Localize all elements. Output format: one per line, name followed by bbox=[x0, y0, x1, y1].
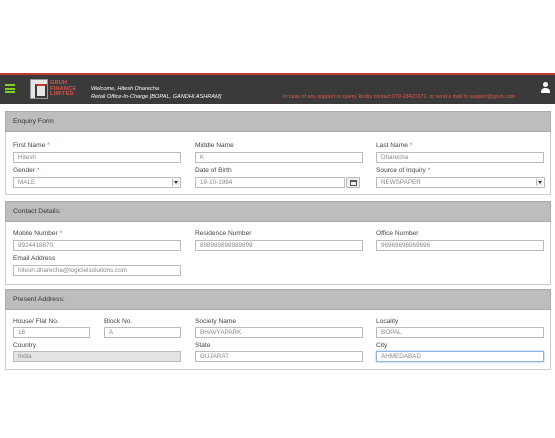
office-text: Retail Office-In-Charge [BOPAL, GANDHI A… bbox=[91, 94, 222, 100]
present-address-header: Present Address: bbox=[5, 289, 551, 310]
society-name-label: Society Name bbox=[195, 318, 237, 325]
middle-name-label: Middle Name bbox=[195, 142, 234, 149]
block-no-field[interactable]: A bbox=[104, 327, 181, 338]
first-name-label: First Name * bbox=[13, 142, 50, 149]
state-field[interactable]: GUJARAT bbox=[195, 351, 363, 362]
chevron-down-icon bbox=[172, 179, 179, 186]
house-flat-no-field[interactable]: 16 bbox=[13, 327, 90, 338]
logo-text: GRUH FINANCE LIMITED bbox=[50, 80, 76, 98]
city-field[interactable]: AHMEDABAD bbox=[376, 351, 544, 362]
logo-mark-icon bbox=[30, 79, 48, 99]
dob-label: Date of Birth bbox=[195, 167, 232, 174]
gender-label: Gender * bbox=[13, 167, 40, 174]
user-icon[interactable] bbox=[540, 82, 551, 94]
logo-line-3: LIMITED bbox=[50, 91, 74, 98]
first-name-field[interactable]: Hitesh bbox=[13, 152, 181, 163]
email-address-field[interactable]: hitesh.dharecha@logicielsolutions.com bbox=[13, 265, 181, 276]
office-number-label: Office Number bbox=[376, 230, 419, 237]
welcome-text: Welcome, Hitesh Dharecha bbox=[91, 86, 159, 92]
chevron-down-icon bbox=[536, 179, 543, 186]
country-field: India bbox=[13, 351, 181, 362]
dob-field[interactable]: 19-10-1984 bbox=[195, 177, 345, 188]
state-label: State bbox=[195, 342, 211, 349]
calendar-icon[interactable] bbox=[346, 177, 360, 188]
source-of-inquiry-select[interactable]: NEWSPAPER bbox=[376, 177, 545, 188]
middle-name-field[interactable]: K bbox=[195, 152, 363, 163]
locality-label: Locality bbox=[376, 318, 399, 325]
office-number-field[interactable]: 96969696969696 bbox=[376, 240, 544, 251]
country-label: Country bbox=[13, 342, 37, 349]
top-header-bar: GRUH FINANCE LIMITED Welcome, Hitesh Dha… bbox=[0, 73, 555, 104]
hamburger-menu-icon[interactable] bbox=[5, 84, 15, 93]
mobile-number-field[interactable]: 9924418870. bbox=[13, 240, 181, 251]
mobile-number-label: Mobile Number * bbox=[13, 230, 63, 237]
city-label: City bbox=[376, 342, 388, 349]
welcome-block: Welcome, Hitesh Dharecha Retail Office-I… bbox=[91, 85, 221, 101]
company-logo: GRUH FINANCE LIMITED bbox=[30, 79, 82, 101]
block-no-label: Block No. bbox=[104, 318, 133, 325]
locality-field[interactable]: BOPAL bbox=[376, 327, 544, 338]
contact-details-header: Contact Details: bbox=[5, 201, 551, 222]
house-flat-no-label: House/ Flat No. bbox=[13, 318, 59, 325]
residence-number-field[interactable]: 898989898989899 bbox=[195, 240, 363, 251]
support-message: In case of any support or query, kindly … bbox=[283, 94, 515, 100]
residence-number-label: Residence Number bbox=[195, 230, 252, 237]
society-name-field[interactable]: BHAVYAPARK bbox=[195, 327, 363, 338]
last-name-label: Last Name * bbox=[376, 142, 413, 149]
email-address-label: Email Address bbox=[13, 255, 56, 262]
gender-select[interactable]: MALE bbox=[13, 177, 181, 188]
last-name-field[interactable]: Dharecha bbox=[376, 152, 544, 163]
source-of-inquiry-label: Source of Inquiry * bbox=[376, 167, 431, 174]
enquiry-form-header: Enquiry Form bbox=[5, 111, 551, 132]
